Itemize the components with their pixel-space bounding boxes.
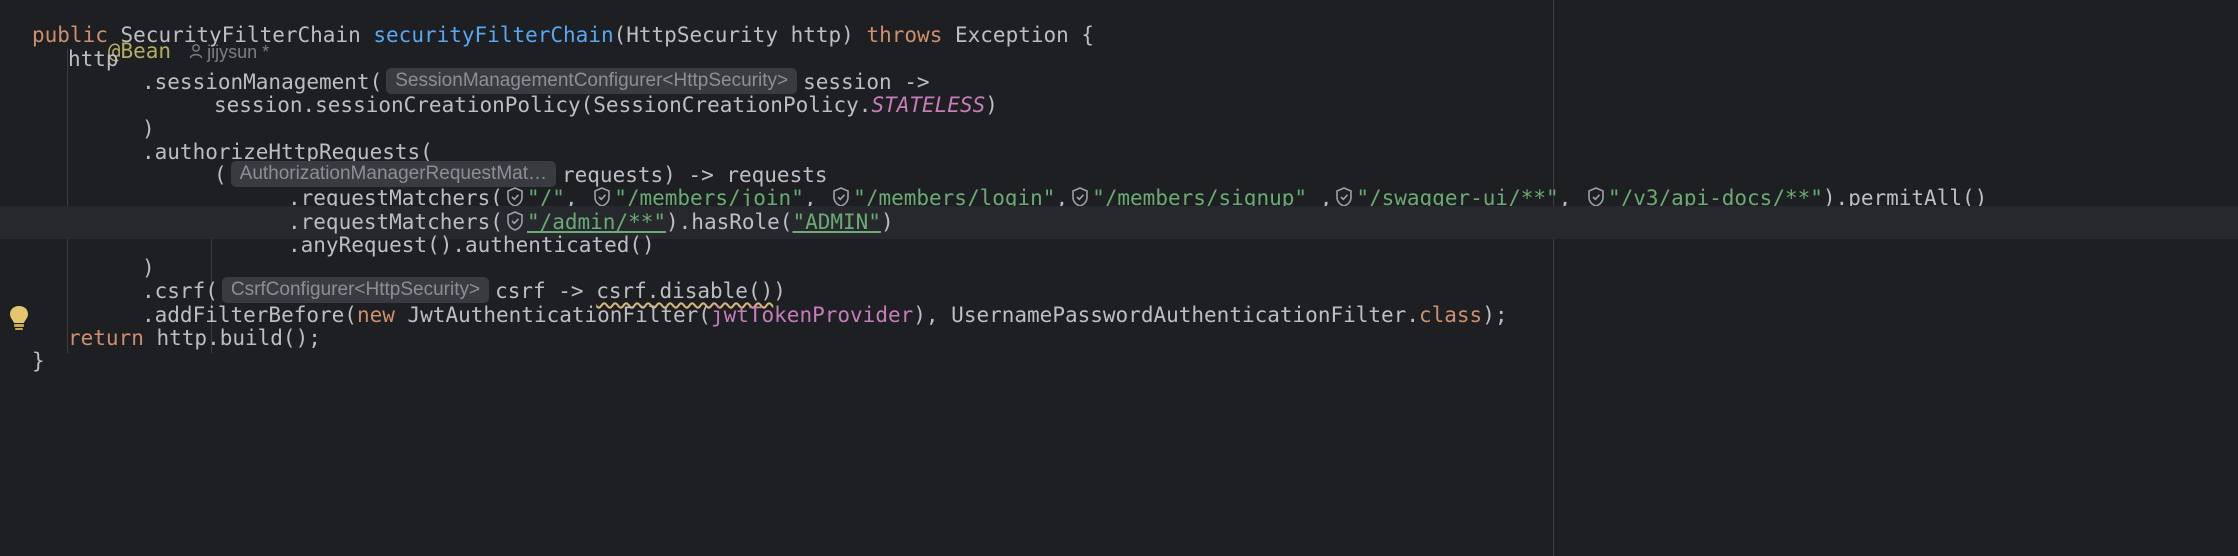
closing-brace: } (32, 349, 45, 373)
code-line-16[interactable]: } (0, 345, 2238, 378)
code-editor[interactable]: @Bean jijysun * public SecurityFilterChai… (0, 0, 2238, 556)
